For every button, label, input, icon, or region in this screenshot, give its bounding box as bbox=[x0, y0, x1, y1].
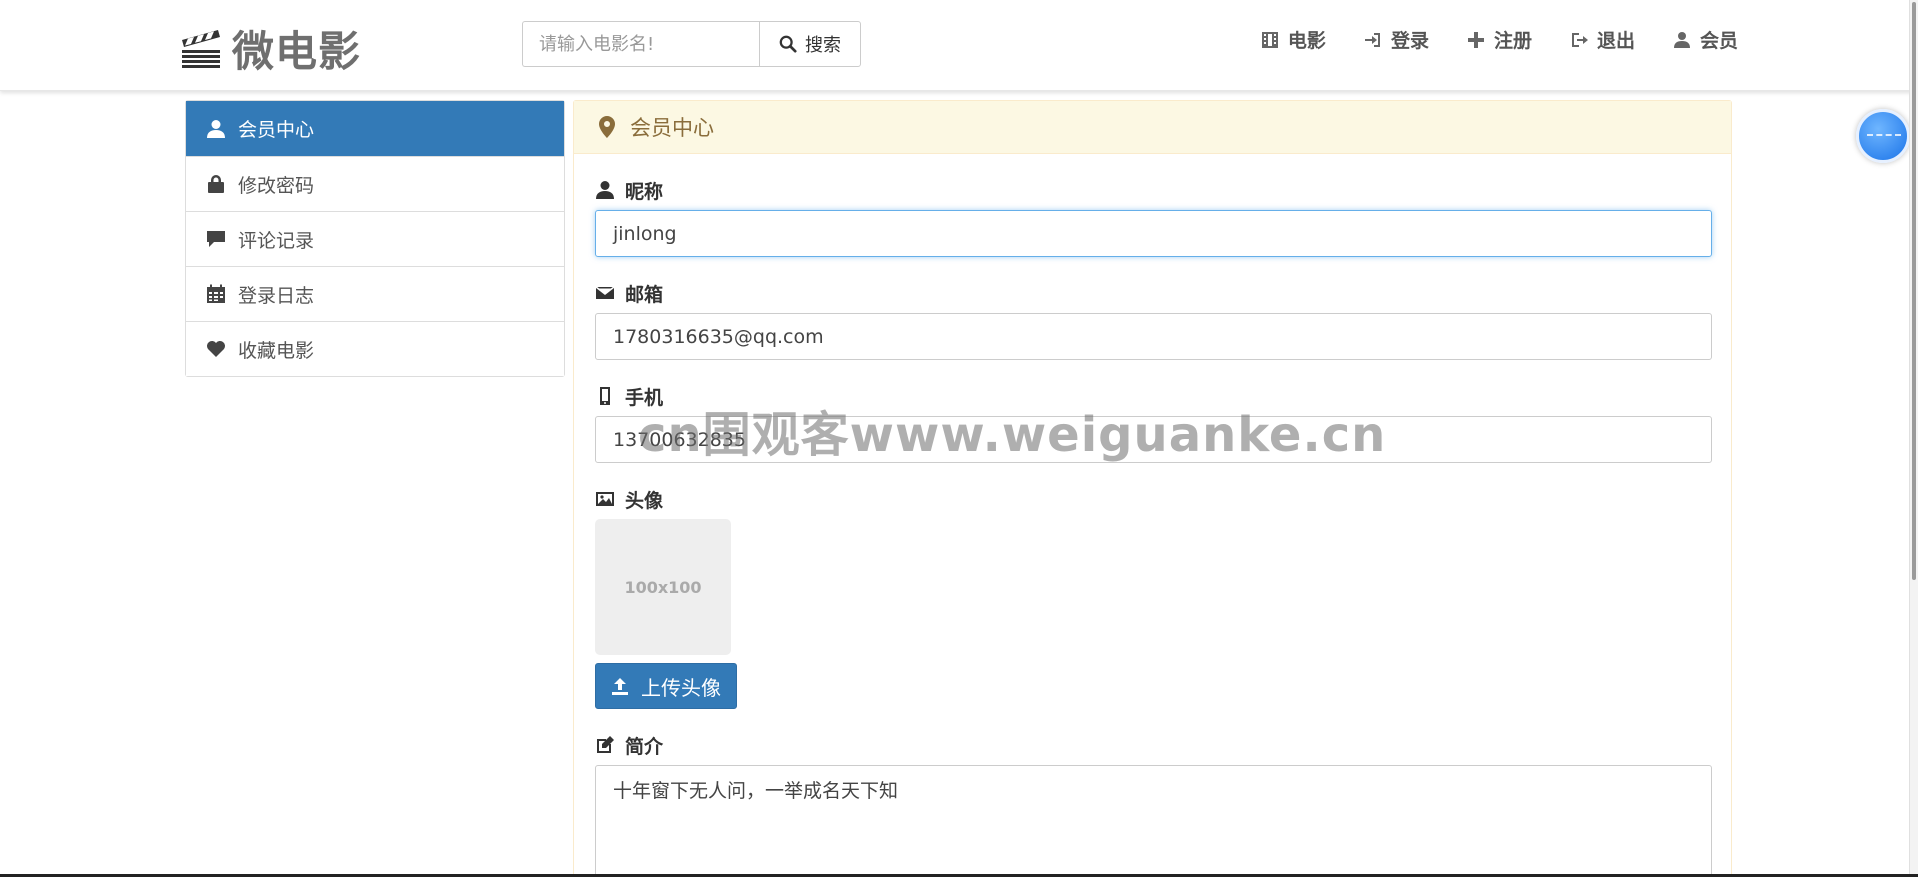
nav-item-label: 退出 bbox=[1596, 30, 1635, 52]
clapperboard-icon bbox=[182, 29, 220, 68]
sidebar-item-favorites[interactable]: 收藏电影 bbox=[186, 321, 564, 376]
nickname-label-text: 昵称 bbox=[625, 180, 664, 203]
picture-icon bbox=[596, 492, 614, 506]
nickname-group: 昵称 jinlong bbox=[595, 176, 1712, 257]
assistant-icon bbox=[1867, 134, 1901, 136]
watermark: cn围观客www.weiguanke.cn bbox=[638, 407, 1387, 463]
sidebar-item-login-log[interactable]: 登录日志 bbox=[186, 266, 564, 321]
user-icon bbox=[1673, 31, 1690, 48]
member-panel: 会员中心 昵称 jinlong 邮箱 1780316635@qq.com 手机 … bbox=[573, 100, 1732, 877]
upload-avatar-label: 上传头像 bbox=[641, 675, 721, 700]
sidebar-item-label: 收藏电影 bbox=[238, 339, 315, 362]
email-label-text: 邮箱 bbox=[625, 283, 664, 306]
search-button-label: 搜索 bbox=[805, 35, 841, 56]
nickname-value: jinlong bbox=[613, 222, 677, 245]
search-icon bbox=[779, 35, 797, 53]
mobile-phone-icon bbox=[600, 387, 610, 405]
nav-item-logout[interactable]: 退出 bbox=[1570, 26, 1635, 53]
heart-icon bbox=[207, 341, 225, 357]
avatar-group: 头像 100x100 上传头像 bbox=[595, 485, 1710, 709]
sidebar-item-change-password[interactable]: 修改密码 bbox=[186, 156, 564, 211]
search-input[interactable] bbox=[522, 21, 759, 67]
plus-icon bbox=[1467, 31, 1484, 48]
brand-name: 微电影 bbox=[232, 27, 362, 76]
sidebar-item-label: 会员中心 bbox=[238, 119, 315, 141]
email-label: 邮箱 bbox=[595, 279, 1710, 307]
email-value: 1780316635@qq.com bbox=[613, 325, 824, 348]
lock-icon bbox=[208, 175, 224, 193]
login-icon bbox=[1364, 32, 1380, 47]
intro-textarea[interactable]: 十年窗下无人问，一举成名天下知 bbox=[595, 765, 1712, 877]
logout-icon bbox=[1571, 32, 1588, 47]
user-icon bbox=[207, 119, 225, 138]
panel-title: 会员中心 bbox=[630, 116, 714, 140]
panel-heading: 会员中心 bbox=[574, 101, 1731, 154]
panel-body: 昵称 jinlong 邮箱 1780316635@qq.com 手机 13700… bbox=[574, 154, 1731, 877]
nav-item-label: 电影 bbox=[1287, 30, 1326, 52]
sidebar-item-member-center[interactable]: 会员中心 bbox=[186, 101, 564, 156]
envelope-icon bbox=[595, 286, 615, 299]
avatar-label-text: 头像 bbox=[625, 489, 664, 512]
nav-links: 电影 登录 注册 退出 会员 bbox=[1261, 26, 1738, 53]
map-marker-icon bbox=[599, 116, 615, 138]
scrollbar[interactable] bbox=[1909, 0, 1918, 877]
brand[interactable]: 微电影 bbox=[180, 18, 361, 79]
sidebar-item-label: 修改密码 bbox=[238, 174, 315, 197]
search-form: 搜索 bbox=[522, 21, 861, 67]
floating-assistant-button[interactable] bbox=[1856, 109, 1910, 163]
nickname-label: 昵称 bbox=[595, 176, 1710, 204]
nav-item-movies[interactable]: 电影 bbox=[1261, 26, 1326, 53]
nav-item-member[interactable]: 会员 bbox=[1673, 26, 1738, 53]
comment-icon bbox=[207, 231, 225, 247]
avatar-label: 头像 bbox=[595, 485, 1710, 513]
scrollbar-thumb[interactable] bbox=[1912, 2, 1916, 580]
navbar: 微电影 搜索 电影 登录 bbox=[0, 0, 1918, 91]
sidebar: 会员中心 修改密码 评论记录 登录日志 收藏电影 bbox=[185, 100, 565, 377]
intro-label: 简介 bbox=[595, 731, 1710, 759]
avatar-placeholder: 100x100 bbox=[595, 519, 731, 655]
nickname-field[interactable]: jinlong bbox=[595, 210, 1712, 257]
upload-icon bbox=[612, 678, 628, 695]
avatar-placeholder-text: 100x100 bbox=[624, 577, 702, 597]
edit-icon bbox=[597, 736, 614, 753]
upload-avatar-button[interactable]: 上传头像 bbox=[595, 663, 737, 709]
nav-item-label: 会员 bbox=[1699, 30, 1738, 52]
calendar-icon bbox=[207, 284, 225, 303]
sidebar-item-label: 登录日志 bbox=[238, 284, 315, 307]
intro-value: 十年窗下无人问，一举成名天下知 bbox=[613, 780, 899, 802]
intro-label-text: 简介 bbox=[625, 735, 664, 758]
sidebar-item-label: 评论记录 bbox=[238, 229, 315, 252]
nav-item-register[interactable]: 注册 bbox=[1467, 26, 1532, 53]
nav-item-login[interactable]: 登录 bbox=[1364, 26, 1429, 53]
search-button[interactable]: 搜索 bbox=[759, 21, 861, 67]
intro-group: 简介 十年窗下无人问，一举成名天下知 bbox=[595, 731, 1712, 877]
film-icon bbox=[1261, 31, 1278, 48]
nav-item-label: 注册 bbox=[1493, 30, 1532, 52]
email-field[interactable]: 1780316635@qq.com bbox=[595, 313, 1712, 360]
nav-item-label: 登录 bbox=[1390, 30, 1429, 52]
email-group: 邮箱 1780316635@qq.com bbox=[595, 279, 1712, 360]
sidebar-item-comments[interactable]: 评论记录 bbox=[186, 211, 564, 266]
user-icon bbox=[596, 181, 614, 199]
